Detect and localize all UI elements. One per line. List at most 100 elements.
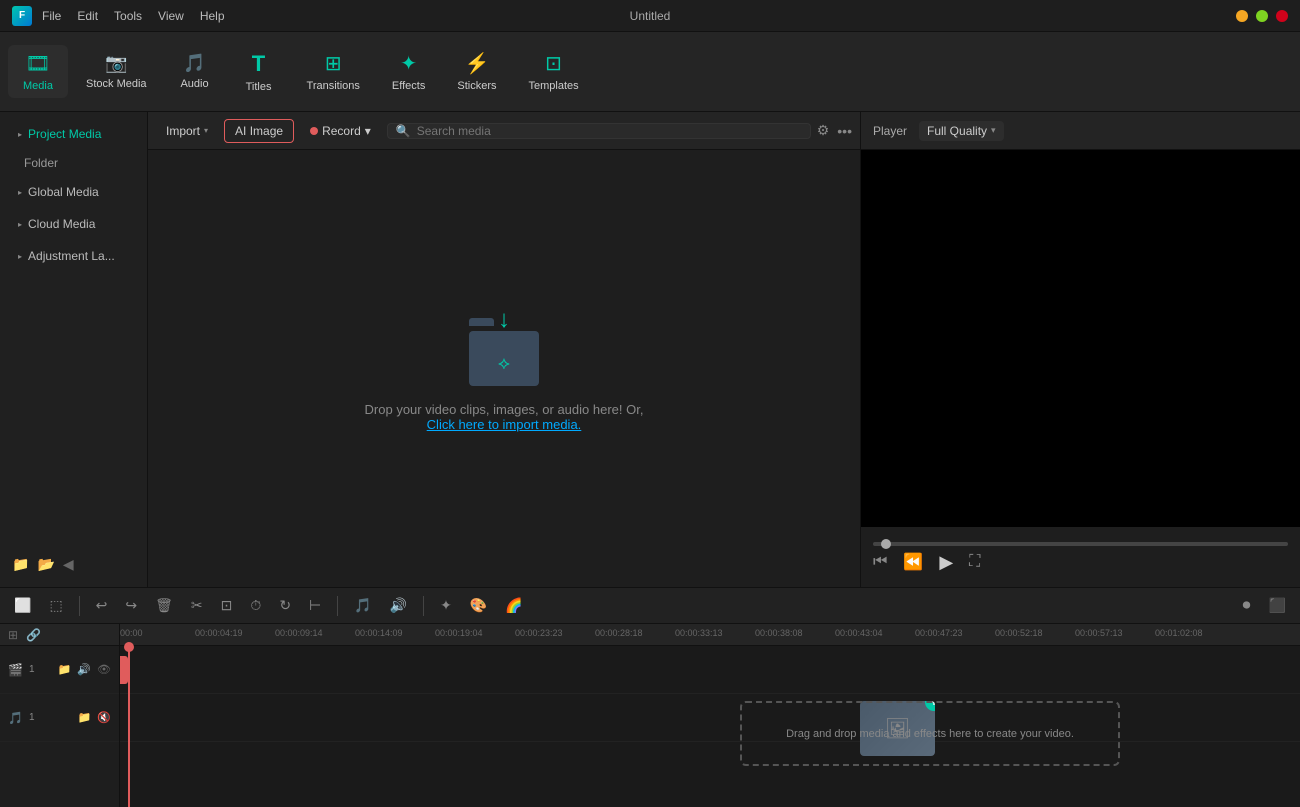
window-close[interactable]: [1276, 10, 1288, 22]
timeline-delete-btn[interactable]: 🗑: [149, 593, 179, 618]
timeline-split-btn[interactable]: ✂: [185, 593, 209, 618]
timeline-drop-zone: Drag and drop media and effects here to …: [740, 701, 1120, 766]
sidebar-collapse-icon[interactable]: ◀: [63, 556, 74, 573]
media-actions: ⚙ •••: [817, 122, 852, 139]
toolbar-item-transitions[interactable]: ⊞ Transitions: [293, 45, 374, 98]
ruler-tick-3: 00:00:14:09: [355, 628, 403, 638]
timeline-tracks-area: 🖼 + Drag and drop media and effects here…: [120, 646, 1300, 807]
top-toolbar: 🎞 Media 📷 Stock Media 🎵 Audio T Titles ⊞…: [0, 32, 1300, 112]
timeline-speed-btn[interactable]: ⏱: [244, 593, 267, 618]
timeline-undo-btn[interactable]: ↩: [90, 593, 114, 618]
timeline-drop-hint-text: Drag and drop media and effects here to …: [786, 728, 1074, 740]
record-button[interactable]: Record ▾: [300, 120, 381, 142]
ruler-tick-6: 00:00:28:18: [595, 628, 643, 638]
toolbar-item-templates[interactable]: ⊡ Templates: [514, 45, 592, 98]
player-play-icon[interactable]: ▶: [939, 552, 953, 573]
player-rewind-icon[interactable]: ⏮: [873, 553, 887, 571]
filmora-logo-icon: ⟡: [498, 353, 510, 374]
toolbar-item-audio[interactable]: 🎵 Audio: [165, 47, 225, 96]
menu-tools[interactable]: Tools: [114, 9, 142, 23]
timeline-toolbar: ⬜ ⬚ ↩ ↪ 🗑 ✂ ⊡ ⏱ ↻ ⊢ 🎵 🔊 ✦ 🎨 🌈 ⏺ ⬛: [0, 588, 1300, 624]
import-button[interactable]: Import ▾: [156, 120, 218, 142]
timeline-loop-btn[interactable]: ↻: [273, 593, 297, 618]
sidebar-item-cloud-media[interactable]: ▸ Cloud Media: [6, 209, 141, 239]
menu-file[interactable]: File: [42, 9, 61, 23]
sidebar-global-media-label: Global Media: [28, 185, 99, 199]
menu-view[interactable]: View: [158, 9, 184, 23]
video-track-folder-icon[interactable]: 📁: [58, 663, 72, 676]
filter-icon[interactable]: ⚙: [817, 122, 830, 139]
audio-track-folder-icon[interactable]: 📁: [78, 711, 92, 724]
timeline-export-btn[interactable]: ⬛: [1263, 593, 1292, 618]
timeline-multiselect-tool[interactable]: ⬚: [43, 593, 68, 618]
sidebar-add-folder-icon[interactable]: 📁: [12, 556, 29, 573]
ruler-tick-4: 00:00:19:04: [435, 628, 483, 638]
timeline-color2-tool[interactable]: 🌈: [499, 593, 528, 618]
playhead[interactable]: [128, 646, 130, 807]
timeline-right-tools: ⏺ ⬛: [1237, 593, 1292, 619]
import-link[interactable]: Click here to import media.: [427, 417, 582, 432]
player-controls: ⏮ ⏪ ▶ ⛶: [861, 527, 1300, 587]
window-minimize[interactable]: [1236, 10, 1248, 22]
progress-bar[interactable]: [873, 542, 1288, 546]
sidebar-smart-folder-icon[interactable]: 📂: [37, 556, 54, 573]
timeline-color-tool[interactable]: 🎨: [464, 593, 493, 618]
toolbar-media-label: Media: [23, 80, 53, 92]
media-panel: Import ▾ AI Image Record ▾ 🔍 ⚙ •••: [148, 112, 860, 587]
quality-chevron-icon: ▾: [991, 125, 996, 136]
more-options-icon[interactable]: •••: [837, 123, 852, 139]
folder-shape: ⟡: [469, 331, 539, 386]
title-bar-menus: File Edit Tools View Help: [42, 9, 225, 23]
drop-icon: ⟡ ↓: [464, 306, 544, 386]
toolbar-item-media[interactable]: 🎞 Media: [8, 45, 68, 98]
timeline-crop-btn[interactable]: ⊡: [215, 593, 239, 618]
playhead-handle[interactable]: [124, 642, 134, 652]
window-controls: [1236, 10, 1288, 22]
player-panel: Player Full Quality ▾ ⏮ ⏪ ▶ ⛶: [860, 112, 1300, 587]
player-buttons: ⏮ ⏪ ▶ ⛶: [873, 552, 1288, 573]
toolbar-divider-2: [337, 596, 338, 616]
search-bar[interactable]: 🔍: [387, 123, 811, 139]
audio-track-mute-icon[interactable]: 🔇: [97, 711, 111, 724]
progress-thumb[interactable]: [881, 539, 891, 549]
ruler-tick-11: 00:00:52:18: [995, 628, 1043, 638]
player-fullscreen-icon[interactable]: ⛶: [969, 553, 980, 571]
timeline-record-btn[interactable]: ⏺: [1237, 593, 1257, 619]
timeline-select-tool[interactable]: ⬜: [8, 593, 37, 618]
menu-edit[interactable]: Edit: [77, 9, 98, 23]
player-step-back-icon[interactable]: ⏪: [903, 552, 923, 572]
ruler-tick-9: 00:00:43:04: [835, 628, 883, 638]
timeline-effects-tool[interactable]: ✦: [434, 593, 458, 618]
timeline-redo-btn[interactable]: ↪: [119, 593, 143, 618]
toolbar-stock-media-label: Stock Media: [86, 78, 147, 90]
audio-track-row: 🖼 + Drag and drop media and effects here…: [120, 694, 1300, 742]
search-icon: 🔍: [396, 124, 411, 138]
add-track-icon[interactable]: ⊞: [8, 628, 18, 642]
timeline-audio-tool[interactable]: 🎵: [348, 593, 377, 618]
toolbar-item-stock-media[interactable]: 📷 Stock Media: [72, 47, 161, 96]
toolbar-item-stickers[interactable]: ⚡ Stickers: [443, 45, 510, 98]
toolbar-transitions-label: Transitions: [307, 80, 360, 92]
quality-select[interactable]: Full Quality ▾: [919, 121, 1004, 141]
stickers-icon: ⚡: [464, 51, 489, 76]
audio-track-icon: 🎵: [8, 711, 23, 725]
window-maximize[interactable]: [1256, 10, 1268, 22]
drop-zone: ⟡ ↓ Drop your video clips, images, or au…: [148, 150, 860, 587]
toolbar-divider-3: [423, 596, 424, 616]
transitions-icon: ⊞: [325, 51, 342, 76]
menu-help[interactable]: Help: [200, 9, 225, 23]
search-input[interactable]: [417, 124, 802, 138]
video-track-eye-icon[interactable]: 👁: [97, 663, 111, 676]
sidebar-item-project-media[interactable]: ▸ Project Media: [6, 119, 141, 149]
toolbar-item-titles[interactable]: T Titles: [229, 45, 289, 99]
sidebar-item-adjustment-layer[interactable]: ▸ Adjustment La...: [6, 241, 141, 271]
timeline-trim-btn[interactable]: ⊢: [303, 593, 327, 618]
timeline-vol-tool[interactable]: 🔊: [384, 593, 413, 618]
video-track-audio-icon[interactable]: 🔊: [77, 663, 91, 676]
arrow-down-icon: ↓: [498, 306, 510, 334]
link-icon[interactable]: 🔗: [26, 628, 41, 642]
sidebar-item-folder[interactable]: Folder: [0, 150, 147, 176]
ai-image-button[interactable]: AI Image: [224, 119, 294, 143]
sidebar-item-global-media[interactable]: ▸ Global Media: [6, 177, 141, 207]
toolbar-item-effects[interactable]: ✦ Effects: [378, 45, 439, 98]
